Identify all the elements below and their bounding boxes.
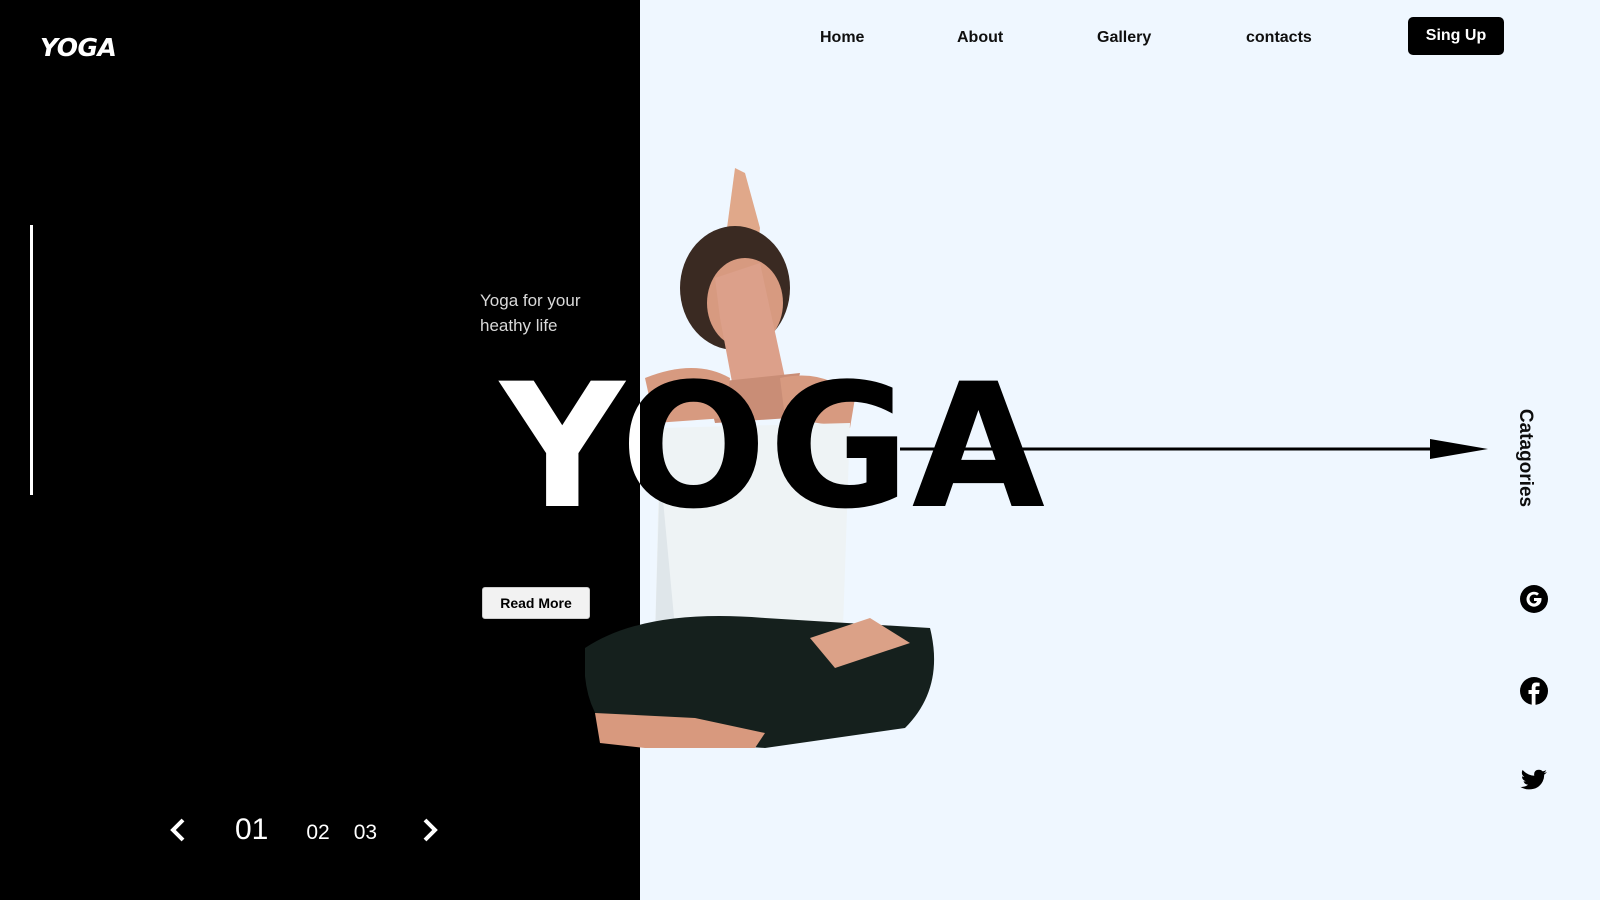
chevron-right-icon[interactable] <box>417 817 443 843</box>
signup-button[interactable]: Sing Up <box>1408 17 1504 55</box>
hero-title: YOGA <box>500 372 640 522</box>
categories-label: Catagories <box>1515 408 1536 507</box>
slide-page[interactable]: 03 <box>354 821 377 845</box>
nav-about[interactable]: About <box>957 29 1003 47</box>
nav-gallery[interactable]: Gallery <box>1097 29 1151 47</box>
categories-arrow <box>900 439 1488 459</box>
slide-page[interactable]: 02 <box>306 821 329 845</box>
twitter-icon[interactable] <box>1518 765 1550 797</box>
google-icon[interactable] <box>1518 583 1550 615</box>
slide-current[interactable]: 01 <box>235 813 268 847</box>
nav-contacts[interactable]: contacts <box>1246 29 1312 47</box>
nav-home[interactable]: Home <box>820 29 864 47</box>
slider-pagination: 01 02 03 <box>165 810 443 850</box>
chevron-left-icon[interactable] <box>165 817 191 843</box>
categories-link[interactable]: Catagories <box>1505 395 1545 520</box>
logo[interactable]: YOGA <box>40 33 117 62</box>
facebook-icon[interactable] <box>1518 675 1550 707</box>
read-more-button[interactable]: Read More <box>482 587 590 619</box>
hero-title-dark-part: YOGA <box>0 372 640 522</box>
